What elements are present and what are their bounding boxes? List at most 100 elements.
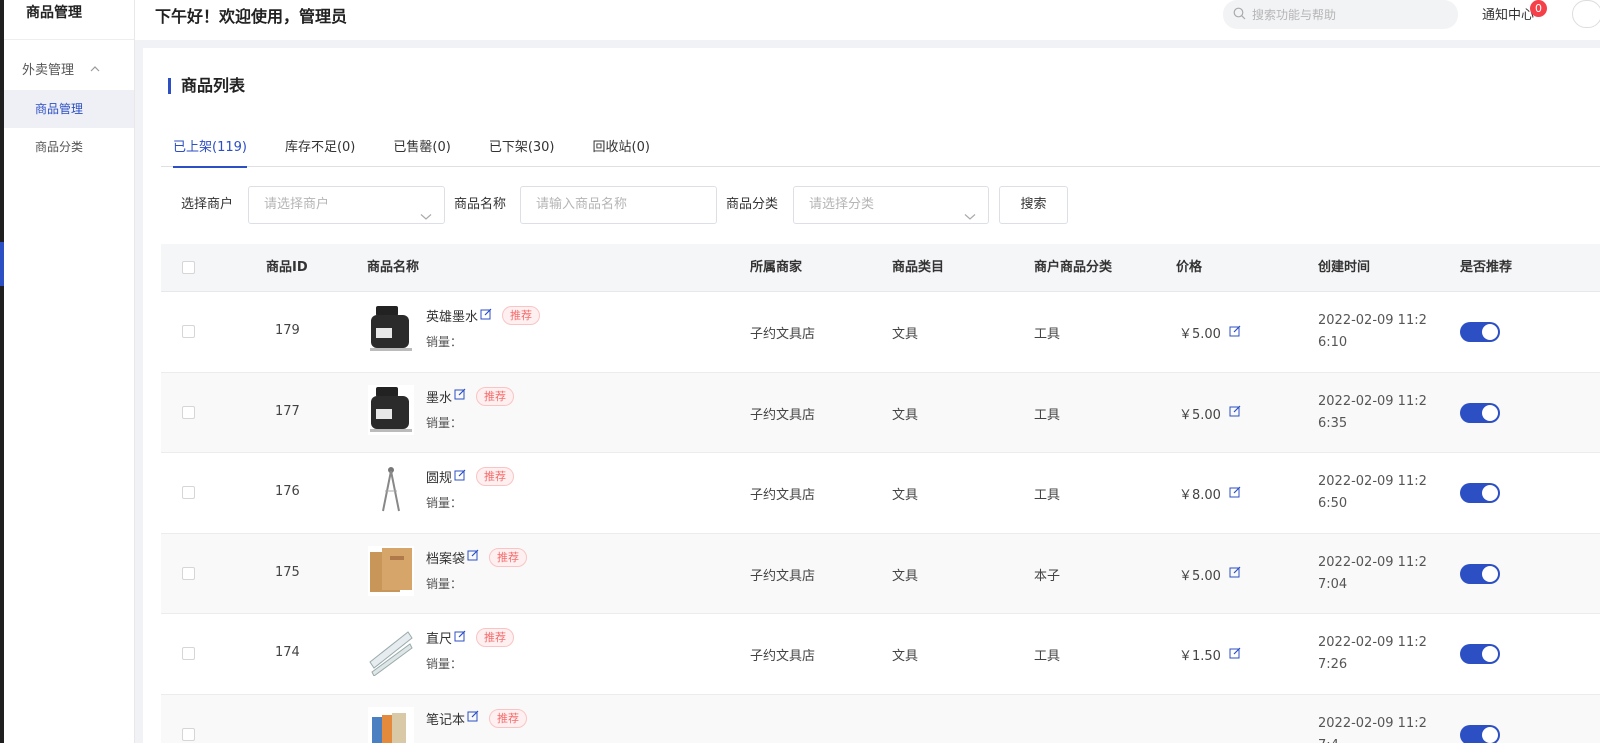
name-filter-label: 商品名称	[454, 197, 507, 212]
tab-low-stock[interactable]: 库存不足(0)	[285, 128, 355, 167]
recommend-toggle[interactable]	[1460, 724, 1500, 743]
col-merchant-category: 商户商品分类	[1034, 260, 1113, 275]
recommend-toggle[interactable]	[1460, 483, 1500, 503]
edit-price-icon[interactable]	[1229, 647, 1241, 663]
search-button[interactable]: 搜索	[999, 186, 1068, 224]
col-price: 价格	[1176, 260, 1203, 275]
product-price: ￥5.00	[1179, 568, 1221, 584]
recommend-toggle[interactable]	[1460, 563, 1500, 584]
recommend-toggle[interactable]	[1460, 402, 1500, 423]
product-id: 174	[275, 645, 300, 660]
sidebar-item-product-category[interactable]: 商品分类	[4, 128, 134, 166]
edit-icon[interactable]	[467, 549, 479, 565]
product-category: 文具	[892, 488, 919, 503]
search-icon	[1233, 7, 1246, 23]
sales-label: 销量：	[426, 576, 463, 591]
product-price: ￥5.00	[1179, 327, 1221, 342]
row-checkbox[interactable]	[182, 405, 195, 419]
col-category: 商品类目	[892, 260, 945, 275]
recommend-tag: 推荐	[489, 708, 528, 728]
edit-icon[interactable]	[467, 710, 479, 726]
merchant-name: 子约文具店	[750, 649, 816, 664]
chevron-down-icon	[420, 200, 432, 236]
row-checkbox[interactable]	[182, 727, 195, 741]
edit-price-icon[interactable]	[1229, 486, 1241, 502]
edit-icon[interactable]	[454, 630, 466, 646]
row-checkbox[interactable]	[182, 325, 195, 338]
col-product-name: 商品名称	[367, 260, 420, 275]
table-row: 笔记本 推荐 2022-02-09 11:27:4	[161, 694, 1600, 743]
greeting: 下午好！欢迎使用，管理员	[155, 7, 348, 26]
tab-on-shelf[interactable]: 已上架(119)	[173, 128, 247, 168]
merchant-select-placeholder: 请选择商户	[264, 197, 330, 212]
notification-center-link[interactable]: 通知中心	[1482, 4, 1534, 23]
product-category: 文具	[892, 407, 919, 423]
product-category: 文具	[892, 649, 919, 664]
search-placeholder: 搜索功能与帮助	[1252, 8, 1337, 22]
tab-sold-out[interactable]: 已售罄(0)	[393, 128, 450, 167]
product-thumbnail	[368, 706, 414, 743]
merchant-select[interactable]: 请选择商户	[248, 186, 445, 224]
sales-label: 销量：	[426, 415, 463, 430]
sidebar-group-takeout[interactable]: 外卖管理	[4, 46, 134, 90]
product-list-card: 商品列表 已上架(119) 库存不足(0) 已售罄(0) 已下架(30) 回收站…	[143, 48, 1600, 743]
merchant-name: 子约文具店	[750, 327, 816, 342]
recommend-toggle[interactable]	[1460, 644, 1500, 664]
product-name: 圆规	[426, 471, 453, 486]
recommend-tag: 推荐	[489, 547, 528, 567]
top-bar: 下午好！欢迎使用，管理员 搜索功能与帮助 通知中心 0	[135, 0, 1600, 40]
sidebar: 商品管理 外卖管理 商品管理 商品分类	[4, 0, 135, 743]
recommend-tag: 推荐	[476, 628, 515, 647]
table-header: 商品ID 商品名称 所属商家 商品类目 商户商品分类 价格 创建时间 是否推荐	[161, 244, 1600, 292]
edit-price-icon[interactable]	[1229, 325, 1241, 341]
product-thumbnail	[368, 465, 414, 515]
merchant-product-category: 工具	[1034, 327, 1061, 342]
global-search-input[interactable]: 搜索功能与帮助	[1223, 0, 1458, 29]
product-price: ￥5.00	[1179, 407, 1221, 423]
table-row: 177 墨水 推荐 销量： 子约文具店 文具 工具 ￥5.00 2022-02-…	[161, 372, 1600, 453]
col-created: 创建时间	[1318, 260, 1371, 275]
product-name: 档案袋	[426, 551, 466, 567]
edit-icon[interactable]	[454, 388, 466, 404]
product-price: ￥8.00	[1179, 488, 1221, 503]
product-thumbnail	[368, 304, 414, 354]
edit-price-icon[interactable]	[1229, 566, 1241, 582]
category-filter-label: 商品分类	[726, 197, 779, 212]
product-name-placeholder: 请输入商品名称	[536, 197, 628, 212]
product-name: 笔记本	[426, 712, 466, 728]
tab-off-shelf[interactable]: 已下架(30)	[489, 128, 555, 167]
page-title: 商品列表	[168, 78, 245, 94]
product-thumbnail	[368, 384, 414, 435]
row-checkbox[interactable]	[182, 647, 195, 660]
edit-icon[interactable]	[480, 308, 492, 324]
merchant-product-category: 工具	[1034, 407, 1061, 423]
select-all-checkbox[interactable]	[182, 261, 195, 274]
product-name-input[interactable]: 请输入商品名称	[520, 186, 717, 224]
product-id: 175	[275, 564, 300, 580]
merchant-name: 子约文具店	[750, 407, 816, 423]
sales-label: 销量：	[426, 657, 463, 671]
recommend-tag: 推荐	[502, 306, 541, 325]
category-select[interactable]: 请选择分类	[793, 186, 989, 224]
edit-price-icon[interactable]	[1229, 405, 1241, 421]
edit-icon[interactable]	[454, 469, 466, 485]
recommend-tag: 推荐	[476, 467, 515, 486]
sidebar-group-label: 外卖管理	[22, 62, 75, 78]
sidebar-item-product-manage[interactable]: 商品管理	[4, 90, 134, 128]
row-checkbox[interactable]	[182, 566, 195, 580]
product-thumbnail	[368, 545, 414, 596]
recommend-toggle[interactable]	[1460, 322, 1500, 342]
product-id: 176	[275, 484, 300, 499]
user-menu-button[interactable]	[1572, 0, 1600, 28]
sales-label: 销量：	[426, 496, 463, 510]
table-row: 176 圆规 推荐 销量： 子约文具店 文具 工具 ￥8.00 2022-02-…	[161, 453, 1600, 534]
product-name: 墨水	[426, 390, 453, 406]
product-table: 商品ID 商品名称 所属商家 商品类目 商户商品分类 价格 创建时间 是否推荐 …	[161, 244, 1600, 743]
merchant-name: 子约文具店	[750, 568, 816, 584]
table-row: 174 直尺 推荐 销量： 子约文具店 文具 工具 ￥1.50 2022-02-…	[161, 614, 1600, 695]
product-category: 文具	[892, 327, 919, 342]
row-checkbox[interactable]	[182, 486, 195, 499]
notification-badge: 0	[1530, 0, 1547, 17]
tab-recycle-bin[interactable]: 回收站(0)	[593, 128, 650, 167]
product-name: 英雄墨水	[426, 310, 479, 325]
